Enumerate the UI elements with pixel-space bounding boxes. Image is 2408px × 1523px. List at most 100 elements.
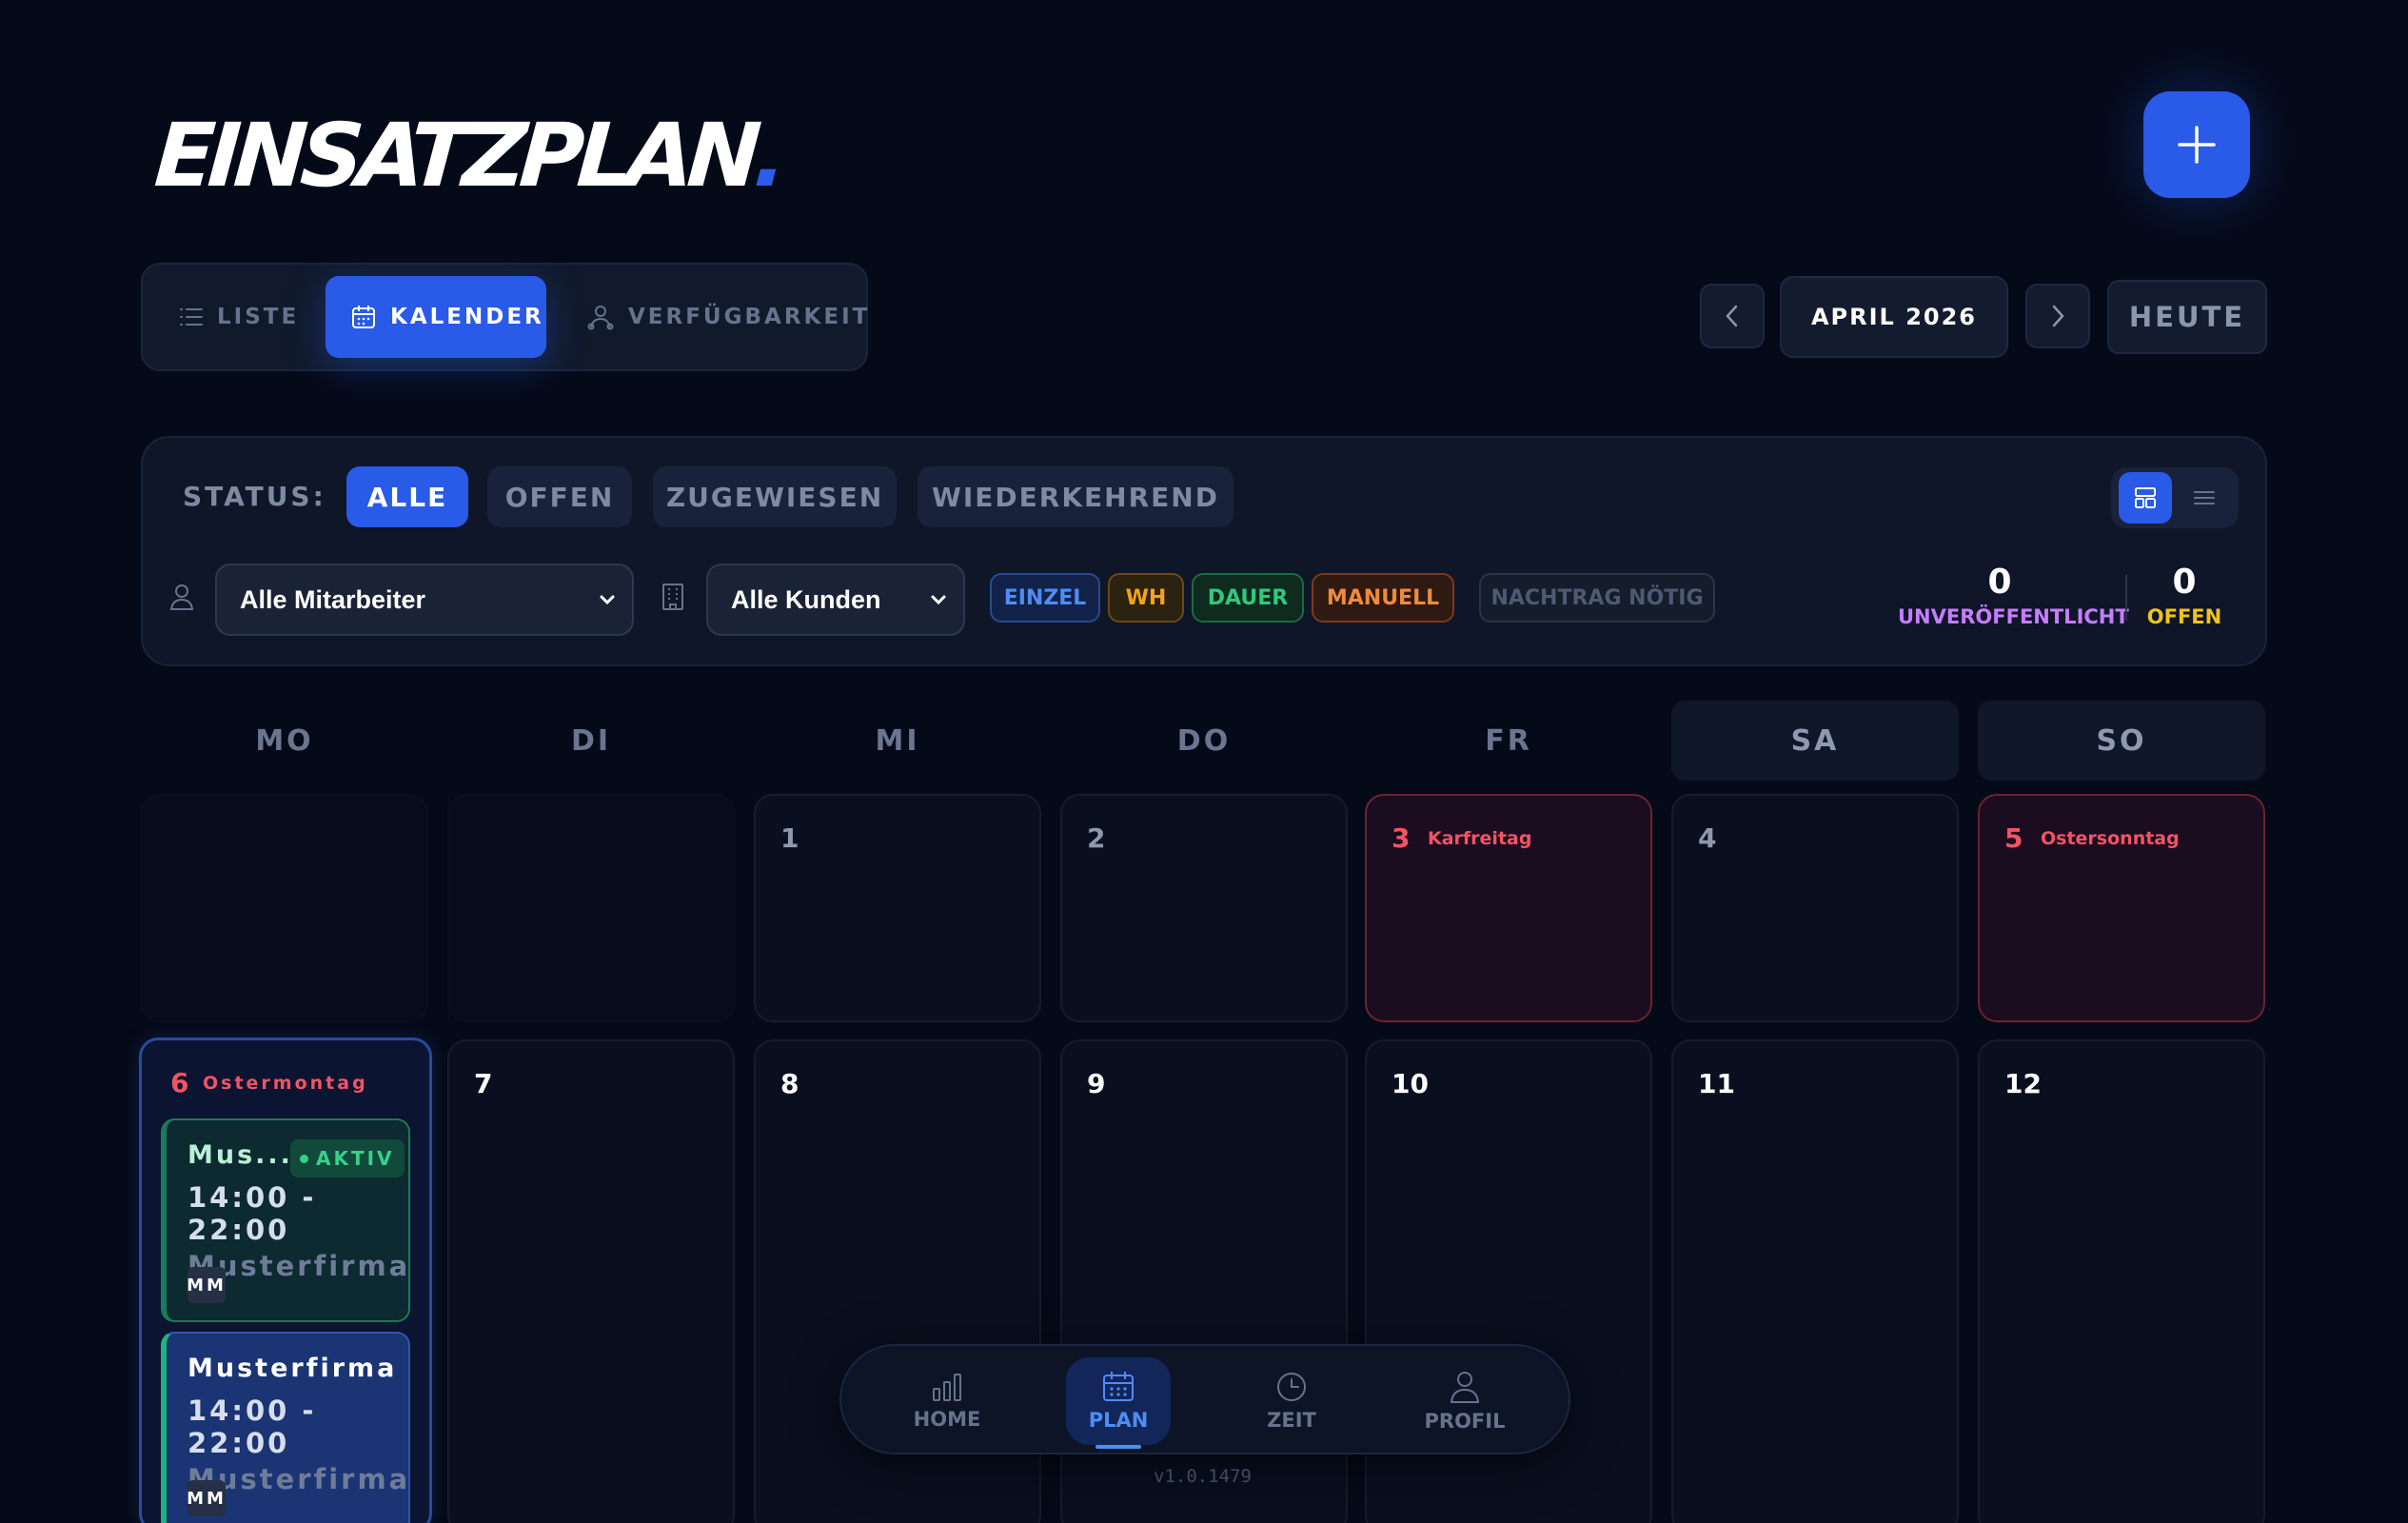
tab-kalender[interactable]: KALENDER: [326, 276, 546, 358]
next-month-button[interactable]: [2025, 284, 2090, 348]
current-month-label[interactable]: APRIL 2026: [1780, 276, 2008, 358]
counter-offen: 0 OFFEN: [2143, 562, 2225, 628]
tag-manuell[interactable]: MANUELL: [1312, 573, 1454, 623]
nav-plan[interactable]: PLAN: [1066, 1357, 1171, 1449]
holiday-label: Karfreitag: [1428, 828, 1532, 849]
tab-verfuegbarkeit[interactable]: VERFÜGBARKEIT: [586, 276, 867, 358]
calendar-icon: [1103, 1372, 1134, 1401]
bottom-navigation: HOME PLAN ZEIT PROFIL: [839, 1344, 1570, 1454]
calendar-icon: [352, 306, 375, 328]
nav-profil[interactable]: PROFIL: [1412, 1357, 1517, 1445]
chevron-down-icon: [600, 595, 615, 605]
day-number: 3: [1392, 822, 1411, 854]
weekday-di: DI: [570, 723, 612, 758]
day-number: 7: [474, 1068, 493, 1099]
day-number: 1: [780, 822, 799, 854]
active-indicator: [1095, 1445, 1141, 1449]
status-badge-label: AKTIV: [316, 1147, 395, 1170]
tag-nachtrag-noetig[interactable]: NACHTRAG NÖTIG: [1479, 573, 1715, 623]
status-filter-alle[interactable]: ALLE: [346, 466, 468, 527]
tag-einzel[interactable]: EINZEL: [990, 573, 1100, 623]
status-filter-zugewiesen[interactable]: ZUGEWIESEN: [653, 466, 897, 527]
nav-label: PROFIL: [1424, 1410, 1506, 1433]
tag-dauer[interactable]: DAUER: [1192, 573, 1304, 623]
day-cell-11[interactable]: 11: [1671, 1039, 1959, 1523]
building-icon: [662, 583, 683, 610]
employee-select-value: Alle Mitarbeiter: [240, 584, 426, 614]
customer-select[interactable]: Alle Kunden: [706, 564, 965, 636]
counter-value: 0: [2172, 563, 2197, 602]
holiday-label: Ostermontag: [203, 1073, 368, 1094]
clock-icon: [1277, 1373, 1306, 1401]
chevron-right-icon: [2052, 305, 2064, 327]
avatar: MM: [187, 1267, 226, 1303]
user-icon: [1450, 1372, 1480, 1403]
shift-card[interactable]: Mus... AKTIV 14:00 - 22:00 Musterfirma M…: [161, 1118, 410, 1322]
day-cell-empty: [141, 794, 428, 1022]
day-number: 11: [1698, 1068, 1735, 1099]
counter-divider: [2125, 575, 2127, 621]
list-view-button[interactable]: [2178, 472, 2231, 524]
version-label: v1.0.1479: [1154, 1466, 1252, 1487]
nav-label: HOME: [913, 1408, 981, 1431]
day-number: 9: [1087, 1068, 1106, 1099]
employee-select[interactable]: Alle Mitarbeiter: [215, 564, 634, 636]
plus-icon: [2178, 126, 2216, 164]
chart-bars-icon: [933, 1374, 961, 1401]
weekday-mi: MI: [875, 723, 920, 758]
day-number: 2: [1087, 822, 1106, 854]
tab-label: KALENDER: [390, 305, 544, 329]
shift-time: 14:00 - 22:00: [188, 1394, 317, 1459]
weekday-fr: FR: [1485, 723, 1532, 758]
day-cell-empty: [447, 794, 735, 1022]
status-badge: AKTIV: [290, 1139, 405, 1177]
grid-view-button[interactable]: [2119, 472, 2172, 524]
tab-label: LISTE: [217, 305, 300, 329]
nav-zeit[interactable]: ZEIT: [1239, 1357, 1344, 1445]
shift-time: 14:00 - 22:00: [188, 1181, 317, 1246]
day-cell-7[interactable]: 7: [447, 1039, 735, 1523]
tag-wh[interactable]: WH: [1108, 573, 1184, 623]
counter-label: UNVERÖFFENTLICHT: [1898, 605, 2129, 628]
nav-home[interactable]: HOME: [895, 1357, 999, 1445]
day-number: 6: [170, 1067, 192, 1098]
status-label: STATUS:: [183, 481, 326, 512]
day-cell-2[interactable]: 2: [1060, 794, 1348, 1022]
weekday-do: DO: [1176, 723, 1232, 758]
user-availability-icon: [587, 306, 614, 330]
view-tabs: LISTE KALENDER VERFÜGBARKEIT: [141, 263, 868, 371]
day-number: 4: [1698, 822, 1717, 854]
day-number: 10: [1392, 1068, 1429, 1099]
list-icon: [180, 308, 203, 326]
shift-card[interactable]: Musterfirma 14:00 - 22:00 Musterfirma MM: [161, 1332, 410, 1523]
person-icon: [169, 584, 194, 610]
weekday-so: SO: [1978, 701, 2265, 781]
holiday-label: Ostersonntag: [2041, 828, 2180, 849]
today-button[interactable]: HEUTE: [2107, 280, 2267, 354]
shift-title: Musterfirma: [188, 1354, 398, 1383]
counter-unveroeffentlicht: 0 UNVERÖFFENTLICHT: [1898, 562, 2129, 628]
logo-dot: .: [750, 105, 785, 207]
nav-label: ZEIT: [1267, 1409, 1316, 1432]
add-shift-button[interactable]: [2143, 91, 2250, 198]
prev-month-button[interactable]: [1700, 284, 1765, 348]
tab-label: VERFÜGBARKEIT: [628, 305, 871, 329]
day-cell-12[interactable]: 12: [1978, 1039, 2265, 1523]
view-mode-toggle: [2111, 467, 2239, 528]
app-logo: EINSATZPLAN.: [151, 105, 784, 207]
weekday-mo: MO: [255, 723, 314, 758]
menu-lines-icon: [2194, 491, 2215, 504]
status-filter-wiederkehrend[interactable]: WIEDERKEHREND: [918, 466, 1234, 527]
status-dot-icon: [300, 1154, 308, 1163]
day-cell-3[interactable]: 3 Karfreitag: [1365, 794, 1652, 1022]
day-cell-6[interactable]: 6 Ostermontag Mus... AKTIV 14:00 - 22:00…: [139, 1038, 432, 1523]
logo-text: EINSATZPLAN: [151, 105, 759, 207]
tab-liste[interactable]: LISTE: [179, 276, 296, 358]
day-cell-1[interactable]: 1: [754, 794, 1041, 1022]
status-filter-offen[interactable]: OFFEN: [487, 466, 632, 527]
day-number: 8: [780, 1068, 799, 1099]
counter-label: OFFEN: [2146, 605, 2222, 628]
day-cell-5[interactable]: 5 Ostersonntag: [1978, 794, 2265, 1022]
chevron-down-icon: [931, 595, 946, 605]
day-cell-4[interactable]: 4: [1671, 794, 1959, 1022]
